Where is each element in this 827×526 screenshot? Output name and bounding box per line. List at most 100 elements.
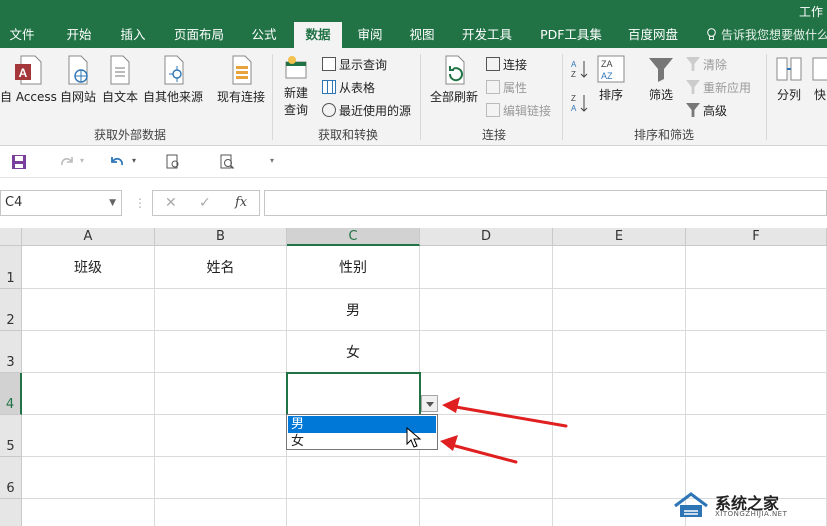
edit-links-button[interactable]: 编辑链接 (486, 102, 551, 120)
reapply-button[interactable]: 重新应用 (686, 79, 751, 97)
column-header-b[interactable]: B (155, 228, 287, 246)
undo-icon[interactable] (108, 153, 126, 171)
sort-ascending-button[interactable]: AZ (568, 58, 590, 83)
tab-home[interactable]: 开始 (56, 22, 102, 48)
tab-insert[interactable]: 插入 (110, 22, 156, 48)
cell-b7[interactable] (155, 499, 287, 526)
tab-pdf-tools[interactable]: PDF工具集 (532, 22, 610, 48)
row-header-1[interactable]: 1 (0, 246, 22, 289)
cell-c2[interactable]: 男 (287, 289, 420, 331)
cell-f2[interactable] (686, 289, 827, 331)
recent-sources-button[interactable]: 最近使用的源 (322, 102, 411, 120)
tab-file[interactable]: 文件 (0, 22, 44, 48)
cell-c6[interactable] (287, 457, 420, 499)
cell-b3[interactable] (155, 331, 287, 373)
from-other-sources-button[interactable]: 自其他来源 (142, 54, 204, 105)
from-text-button[interactable]: 自文本 (100, 54, 140, 105)
tab-developer[interactable]: 开发工具 (454, 22, 520, 48)
column-header-f[interactable]: F (686, 228, 827, 246)
cell-d1[interactable] (420, 246, 553, 289)
cell-b2[interactable] (155, 289, 287, 331)
active-cell-c4[interactable] (286, 372, 421, 416)
enter-check-icon[interactable]: ✓ (199, 195, 211, 211)
row-header-3[interactable]: 3 (0, 331, 22, 373)
cell-b6[interactable] (155, 457, 287, 499)
cancel-icon[interactable]: ✕ (165, 195, 177, 211)
cell-e2[interactable] (553, 289, 686, 331)
column-header-e[interactable]: E (553, 228, 686, 246)
save-icon[interactable] (10, 153, 28, 171)
select-all-corner[interactable] (0, 228, 22, 246)
from-access-button[interactable]: A 自 Access (0, 54, 57, 105)
advanced-filter-button[interactable]: 高级 (686, 102, 727, 120)
cell-c3[interactable]: 女 (287, 331, 420, 373)
from-table-button[interactable]: 从表格 (322, 79, 375, 97)
sort-button[interactable]: ZA AZ 排序 (594, 54, 628, 103)
tab-formulas[interactable]: 公式 (240, 22, 288, 48)
properties-button[interactable]: 属性 (486, 79, 527, 97)
customize-qat-icon[interactable]: ▾ (270, 156, 274, 165)
cell-e7[interactable] (553, 499, 686, 526)
cell-f4[interactable] (686, 373, 827, 415)
tab-view[interactable]: 视图 (400, 22, 444, 48)
row-header-6[interactable]: 6 (0, 457, 22, 499)
cell-a1[interactable]: 班级 (22, 246, 155, 289)
cell-d2[interactable] (420, 289, 553, 331)
new-query-button[interactable]: 新建 查询 (278, 54, 314, 118)
tab-data[interactable]: 数据 (294, 22, 342, 48)
from-web-button[interactable]: 自网站 (58, 54, 98, 105)
cell-d7[interactable] (420, 499, 553, 526)
svg-text:Z: Z (571, 94, 576, 103)
cell-a3[interactable] (22, 331, 155, 373)
clear-filter-button[interactable]: 清除 (686, 56, 727, 74)
column-header-c[interactable]: C (287, 228, 420, 246)
cell-c7[interactable] (287, 499, 420, 526)
filter-button[interactable]: 筛选 (644, 54, 678, 103)
print-preview-icon[interactable] (164, 153, 182, 171)
cell-a5[interactable] (22, 415, 155, 457)
sort-descending-button[interactable]: ZA (568, 92, 590, 117)
cell-c1[interactable]: 性别 (287, 246, 420, 289)
row-header-2[interactable]: 2 (0, 289, 22, 331)
cell-e1[interactable] (553, 246, 686, 289)
text-to-columns-icon (776, 57, 802, 81)
name-box-dropdown-icon[interactable]: ▼ (109, 191, 116, 215)
text-to-columns-button[interactable]: 分列 (772, 54, 806, 103)
cell-f5[interactable] (686, 415, 827, 457)
cell-b1[interactable]: 姓名 (155, 246, 287, 289)
show-queries-button[interactable]: 显示查询 (322, 56, 387, 74)
cell-a4[interactable] (22, 373, 155, 415)
connections-button[interactable]: 连接 (486, 56, 527, 74)
column-header-a[interactable]: A (22, 228, 155, 246)
tab-page-layout[interactable]: 页面布局 (166, 22, 232, 48)
drag-handle-icon[interactable]: ⋮ (134, 196, 146, 210)
cell-a6[interactable] (22, 457, 155, 499)
row-header-7[interactable] (0, 499, 22, 526)
cell-e3[interactable] (553, 331, 686, 373)
insert-function-icon[interactable]: fx (235, 195, 247, 210)
tab-baidu-netdisk[interactable]: 百度网盘 (620, 22, 686, 48)
cell-d3[interactable] (420, 331, 553, 373)
cell-a2[interactable] (22, 289, 155, 331)
row-header-5[interactable]: 5 (0, 415, 22, 457)
formula-input[interactable] (264, 190, 827, 216)
name-box[interactable]: C4 ▼ (0, 190, 122, 216)
cell-b4[interactable] (155, 373, 287, 415)
column-header-d[interactable]: D (420, 228, 553, 246)
existing-connections-button[interactable]: 现有连接 (214, 54, 268, 105)
cell-a7[interactable] (22, 499, 155, 526)
refresh-all-button[interactable]: 全部刷新 (428, 54, 480, 105)
redo-dropdown-icon[interactable]: ▾ (80, 156, 84, 165)
quick-fill-button[interactable]: 快 (810, 54, 827, 103)
zoom-preview-icon[interactable] (218, 153, 236, 171)
row-header-4[interactable]: 4 (0, 373, 22, 415)
cell-b5[interactable] (155, 415, 287, 457)
tell-me-box[interactable]: 告诉我您想要做什么 (706, 22, 827, 48)
new-query-label-2: 查询 (283, 103, 308, 117)
from-access-label: 自 Access (0, 90, 57, 104)
redo-icon[interactable] (58, 153, 76, 171)
tab-review[interactable]: 审阅 (348, 22, 392, 48)
cell-f3[interactable] (686, 331, 827, 373)
cell-f1[interactable] (686, 246, 827, 289)
undo-dropdown-icon[interactable]: ▾ (132, 156, 136, 165)
